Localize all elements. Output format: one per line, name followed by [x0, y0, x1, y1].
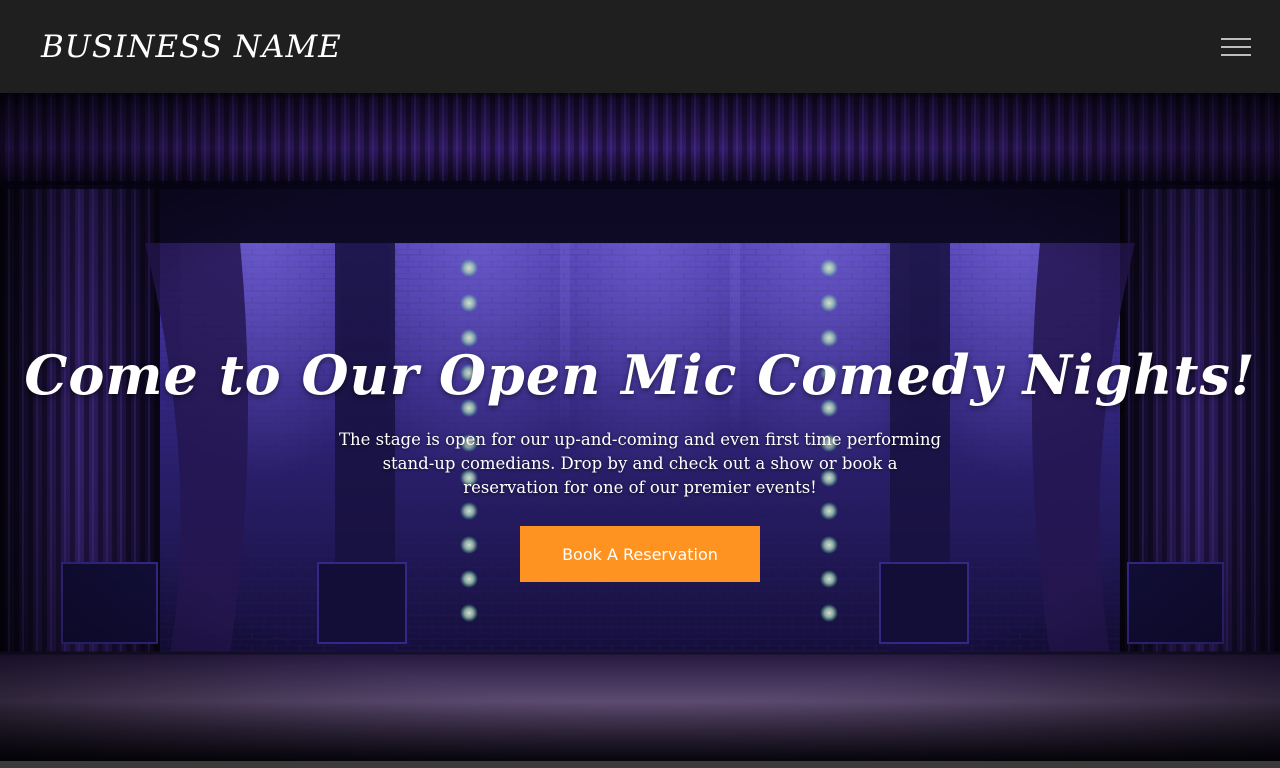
menu-line: [1221, 45, 1251, 48]
hero-content: Come to Our Open Mic Comedy Nights! The …: [0, 93, 1280, 761]
page-bottom-divider: [0, 761, 1280, 768]
hero-headline: Come to Our Open Mic Comedy Nights!: [24, 343, 1256, 407]
site-header: BUSINESS NAME: [0, 0, 1280, 93]
brand-logo[interactable]: BUSINESS NAME: [41, 29, 342, 65]
hero-description: The stage is open for our up-and-coming …: [338, 430, 942, 497]
hamburger-menu-icon[interactable]: [1221, 37, 1251, 56]
menu-line: [1221, 37, 1251, 40]
menu-line: [1221, 53, 1251, 56]
book-reservation-button[interactable]: Book A Reservation: [520, 526, 760, 582]
hero-section: Come to Our Open Mic Comedy Nights! The …: [0, 93, 1280, 761]
